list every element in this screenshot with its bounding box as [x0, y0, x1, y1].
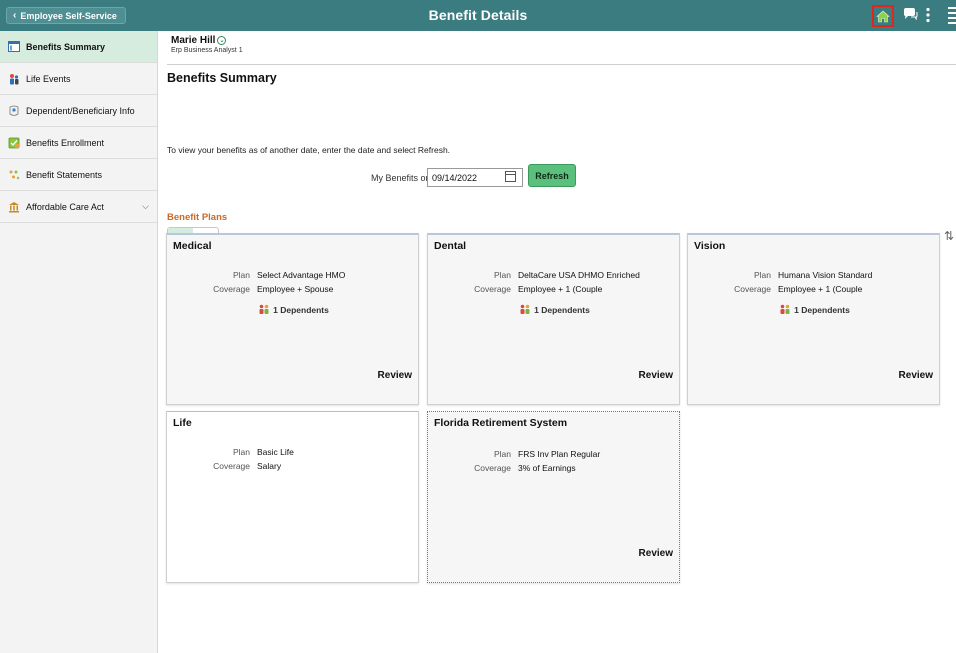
sidebar-item-label: Affordable Care Act: [26, 201, 104, 212]
card-title: Dental: [434, 240, 467, 252]
coverage-label: Coverage: [734, 284, 771, 294]
calendar-icon[interactable]: [505, 171, 516, 182]
sidebar-item-label: Benefit Statements: [26, 169, 103, 180]
plan-value: Humana Vision Standard: [778, 270, 873, 280]
benefit-card-dental[interactable]: Dental Plan DeltaCare USA DHMO Enriched …: [427, 233, 680, 405]
instructions-text: To view your benefits as of another date…: [167, 145, 451, 155]
card-title: Vision: [694, 240, 726, 252]
refresh-button[interactable]: Refresh: [528, 164, 576, 187]
dependents-link[interactable]: 1 Dependents: [167, 304, 418, 315]
plan-label: Plan: [753, 270, 771, 280]
top-banner: ‹ Employee Self-Service Benefit Details: [0, 0, 956, 31]
coverage-label: Coverage: [213, 284, 250, 294]
plan-value: DeltaCare USA DHMO Enriched: [518, 270, 640, 280]
page-title: Benefit Details: [428, 7, 528, 23]
dependents-icon: [520, 304, 530, 314]
coverage-value: Employee + 1 (Couple: [518, 284, 603, 294]
aca-icon: [8, 201, 20, 213]
chevron-down-icon[interactable]: ⌄: [217, 36, 227, 45]
sidebar-item-dependent-beneficiary[interactable]: Dependent/Beneficiary Info: [0, 95, 157, 127]
user-name-row[interactable]: Marie Hill ⌄: [171, 35, 243, 46]
dependent-icon: [8, 105, 20, 117]
dependents-count: 1 Dependents: [534, 305, 590, 315]
sidebar-item-label: Benefits Summary: [26, 41, 106, 52]
date-label: My Benefits on: [371, 173, 431, 183]
main-content: Marie Hill ⌄ Erp Business Analyst 1 Bene…: [159, 31, 956, 653]
sidebar-item-label: Life Events: [26, 73, 71, 84]
card-title: Florida Retirement System: [434, 417, 568, 429]
dependents-icon: [780, 304, 790, 314]
coverage-label: Coverage: [474, 284, 511, 294]
sidebar-item-label: Dependent/Beneficiary Info: [26, 105, 135, 116]
life-events-icon: [8, 73, 20, 85]
sidebar: Benefits Summary Life Events Dependent/B…: [0, 31, 158, 653]
sidebar-item-benefit-statements[interactable]: Benefit Statements: [0, 159, 157, 191]
chevron-down-icon[interactable]: ⌵: [142, 201, 149, 212]
benefit-card-medical[interactable]: Medical Plan Select Advantage HMO Covera…: [166, 233, 419, 405]
sidebar-item-benefits-enrollment[interactable]: Benefits Enrollment: [0, 127, 157, 159]
divider: [167, 64, 956, 65]
user-info: Marie Hill ⌄ Erp Business Analyst 1: [171, 35, 243, 54]
review-link[interactable]: Review: [899, 370, 933, 381]
dependents-link[interactable]: 1 Dependents: [688, 304, 939, 315]
benefit-plans-title: Benefit Plans: [167, 212, 228, 223]
review-link[interactable]: Review: [378, 370, 412, 381]
navbar-icon[interactable]: [948, 6, 956, 27]
coverage-label: Coverage: [474, 463, 511, 473]
plan-label: Plan: [232, 447, 250, 457]
section-title: Benefits Summary: [167, 71, 277, 85]
benefit-card-life[interactable]: Life Plan Basic Life Coverage Salary: [166, 411, 419, 583]
card-title: Life: [173, 417, 192, 429]
benefit-card-florida-retirement[interactable]: Florida Retirement System Plan FRS Inv P…: [427, 411, 680, 583]
coverage-value: Salary: [257, 461, 282, 471]
sidebar-item-label: Benefits Enrollment: [26, 137, 105, 148]
dependents-count: 1 Dependents: [273, 305, 329, 315]
dependents-link[interactable]: 1 Dependents: [428, 304, 679, 315]
coverage-label: Coverage: [213, 461, 250, 471]
plan-value: Basic Life: [257, 447, 294, 457]
plan-value: Select Advantage HMO: [257, 270, 346, 280]
coverage-value: Employee + 1 (Couple: [778, 284, 863, 294]
plan-label: Plan: [493, 449, 511, 459]
dependents-icon: [259, 304, 269, 314]
sidebar-item-benefits-summary[interactable]: Benefits Summary: [0, 31, 157, 63]
benefits-summary-icon: [8, 41, 20, 53]
sort-icon[interactable]: ⇅: [944, 229, 954, 243]
enrollment-icon: [8, 137, 20, 149]
home-icon: [876, 10, 890, 22]
coverage-value: 3% of Earnings: [518, 463, 576, 473]
home-button[interactable]: [872, 5, 894, 27]
dependents-count: 1 Dependents: [794, 305, 850, 315]
sidebar-item-affordable-care-act[interactable]: Affordable Care Act ⌵: [0, 191, 157, 223]
benefit-card-vision[interactable]: Vision Plan Humana Vision Standard Cover…: [687, 233, 940, 405]
plan-label: Plan: [232, 270, 250, 280]
sidebar-item-life-events[interactable]: Life Events: [0, 63, 157, 95]
notifications-icon[interactable]: [902, 6, 918, 25]
actions-menu-icon[interactable]: [925, 7, 931, 26]
user-name: Marie Hill: [171, 35, 216, 46]
plan-label: Plan: [493, 270, 511, 280]
plan-value: FRS Inv Plan Regular: [518, 449, 601, 459]
user-job-title: Erp Business Analyst 1: [171, 47, 243, 54]
statements-icon: [8, 169, 20, 181]
review-link[interactable]: Review: [639, 370, 673, 381]
card-title: Medical: [173, 240, 212, 252]
coverage-value: Employee + Spouse: [257, 284, 334, 294]
review-link[interactable]: Review: [639, 548, 673, 559]
